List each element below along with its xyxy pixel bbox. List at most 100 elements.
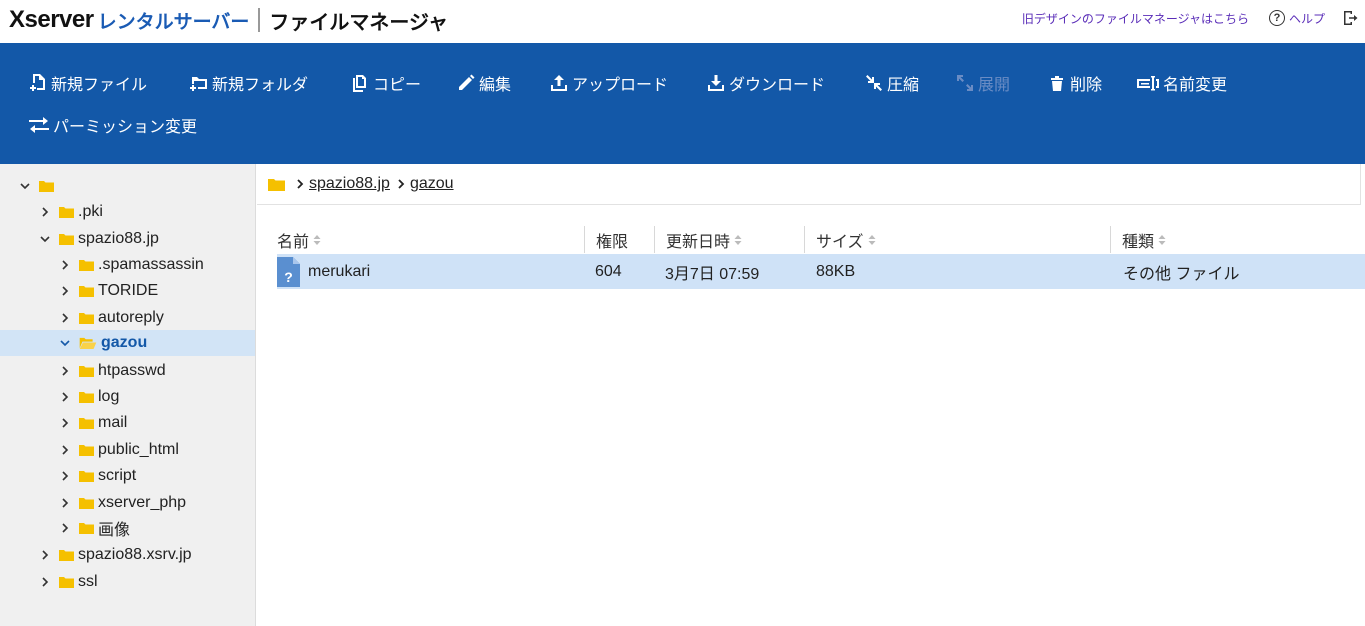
chevron-right-icon[interactable] <box>39 576 51 588</box>
folder-icon <box>79 471 94 482</box>
tree-item-label: xserver_php <box>98 494 187 511</box>
compress-button[interactable]: 圧縮 <box>864 71 919 95</box>
breadcrumb-item[interactable]: gazou <box>410 175 454 193</box>
chevron-right-icon <box>297 179 304 189</box>
chevron-down-icon[interactable] <box>59 337 71 349</box>
table-row[interactable]: ? merukari 604 3月7日 07:59 88KB その他 ファイル <box>277 254 1365 289</box>
delete-button[interactable]: 削除 <box>1047 71 1102 95</box>
chevron-right-icon[interactable] <box>59 497 71 509</box>
tree-item-script[interactable]: script <box>0 463 255 489</box>
permission-button[interactable]: パーミッション変更 <box>28 113 197 137</box>
brand-subtitle: レンタルサーバー <box>97 11 250 33</box>
new-file-button[interactable]: 新規ファイル <box>28 71 147 95</box>
tree-item-pki[interactable]: .pki <box>0 199 255 225</box>
logout-icon[interactable] <box>1341 9 1359 27</box>
column-header-permission[interactable]: 権限 <box>596 226 628 253</box>
chevron-down-icon[interactable] <box>39 233 51 245</box>
tree-item-public-html[interactable]: public_html <box>0 437 255 463</box>
folder-icon[interactable] <box>268 178 285 191</box>
upload-button[interactable]: アップロード <box>549 71 668 95</box>
svg-text:?: ? <box>284 269 293 285</box>
column-header-label: 権限 <box>596 233 629 251</box>
app-header: Xserver レンタルサーバー ファイルマネージャ 旧デザインのファイルマネー… <box>0 0 1365 43</box>
trash-icon <box>1051 76 1063 91</box>
column-divider[interactable] <box>654 226 655 253</box>
tree-root[interactable] <box>0 173 255 199</box>
chevron-right-icon[interactable] <box>59 259 71 271</box>
tree-item-spazio88-jp[interactable]: spazio88.jp <box>0 226 255 252</box>
chevron-down-icon[interactable] <box>19 180 31 192</box>
tree-item-mail[interactable]: mail <box>0 410 255 436</box>
permission-icon <box>29 117 49 133</box>
tree-item-log[interactable]: log <box>0 384 255 410</box>
folder-icon <box>59 550 74 561</box>
column-divider[interactable] <box>804 226 805 253</box>
delete-label: 削除 <box>1070 77 1103 94</box>
column-header-modified[interactable]: 更新日時 <box>666 226 742 253</box>
column-header-name[interactable]: 名前 <box>277 226 321 253</box>
chevron-right-icon[interactable] <box>59 522 71 534</box>
tree-item-toride[interactable]: TORIDE <box>0 278 255 304</box>
sort-icon <box>1158 234 1166 245</box>
tree-item-label: script <box>98 467 137 484</box>
tree-item-label: log <box>98 388 120 405</box>
chevron-right-icon[interactable] <box>39 206 51 218</box>
tree-item-label: 画像 <box>98 522 131 539</box>
chevron-right-icon[interactable] <box>59 470 71 482</box>
download-button[interactable]: ダウンロード <box>706 71 825 95</box>
chevron-right-icon[interactable] <box>59 365 71 377</box>
copy-button[interactable]: コピー <box>350 71 421 95</box>
expand-icon <box>957 75 973 91</box>
extract-button[interactable]: 展開 <box>955 71 1010 95</box>
unknown-file-icon: ? <box>277 256 300 287</box>
question-circle-icon: ? <box>1268 10 1285 26</box>
chevron-right-icon[interactable] <box>59 285 71 297</box>
tree-item-label: gazou <box>101 334 148 351</box>
compress-icon <box>866 75 882 91</box>
toolbar: 新規ファイル 新規フォルダ コピー 編集 アップロード ダウンロード 圧縮 展開… <box>0 43 1365 164</box>
upload-icon <box>551 75 567 91</box>
folder-tree: .pki spazio88.jp .spamassassin TORIDE au… <box>0 164 256 626</box>
column-header-size[interactable]: サイズ <box>816 226 876 253</box>
folder-icon <box>79 418 94 429</box>
extract-label: 展開 <box>978 77 1011 94</box>
chevron-right-icon[interactable] <box>59 417 71 429</box>
sort-icon <box>313 234 321 245</box>
chevron-right-icon[interactable] <box>59 444 71 456</box>
download-icon <box>708 75 724 91</box>
tree-item-ssl[interactable]: ssl <box>0 569 255 595</box>
tree-item-xserver-php[interactable]: xserver_php <box>0 490 255 516</box>
tree-item-autoreply[interactable]: autoreply <box>0 305 255 331</box>
compress-label: 圧縮 <box>887 77 920 94</box>
sort-icon <box>868 234 876 245</box>
file-name: merukari <box>308 262 371 280</box>
chevron-right-icon[interactable] <box>59 391 71 403</box>
new-folder-button[interactable]: 新規フォルダ <box>189 71 308 95</box>
folder-icon <box>79 523 94 534</box>
tree-item-spamassassin[interactable]: .spamassassin <box>0 252 255 278</box>
file-permission: 604 <box>595 262 622 280</box>
tree-item-spazio88-xsrv-jp[interactable]: spazio88.xsrv.jp <box>0 542 255 568</box>
copy-label: コピー <box>373 77 422 94</box>
tree-item-gazou-jp[interactable]: 画像 <box>0 515 255 541</box>
help-link[interactable]: ? ヘルプ <box>1268 10 1325 27</box>
column-divider[interactable] <box>1110 226 1111 253</box>
edit-button[interactable]: 編集 <box>456 71 511 95</box>
folder-icon <box>59 207 74 218</box>
old-design-link[interactable]: 旧デザインのファイルマネージャはこちら <box>1022 10 1249 27</box>
breadcrumb-item[interactable]: spazio88.jp <box>309 175 390 193</box>
column-header-label: サイズ <box>816 233 864 251</box>
tree-item-gazou[interactable]: gazou <box>0 330 255 356</box>
rename-icon <box>1137 76 1159 91</box>
chevron-right-icon[interactable] <box>59 312 71 324</box>
column-header-type[interactable]: 種類 <box>1122 226 1166 253</box>
folder-icon <box>79 286 94 297</box>
tree-item-htpasswd[interactable]: htpasswd <box>0 358 255 384</box>
file-table: 名前 権限 更新日時 サイズ 種類 ? merukari 604 3月7日 07… <box>277 226 1365 289</box>
tree-item-label: spazio88.jp <box>78 230 159 247</box>
chevron-right-icon[interactable] <box>39 549 51 561</box>
column-divider[interactable] <box>584 226 585 253</box>
permission-label: パーミッション変更 <box>53 119 198 136</box>
file-name-cell[interactable]: ? merukari <box>277 254 370 289</box>
rename-button[interactable]: 名前変更 <box>1136 71 1227 95</box>
